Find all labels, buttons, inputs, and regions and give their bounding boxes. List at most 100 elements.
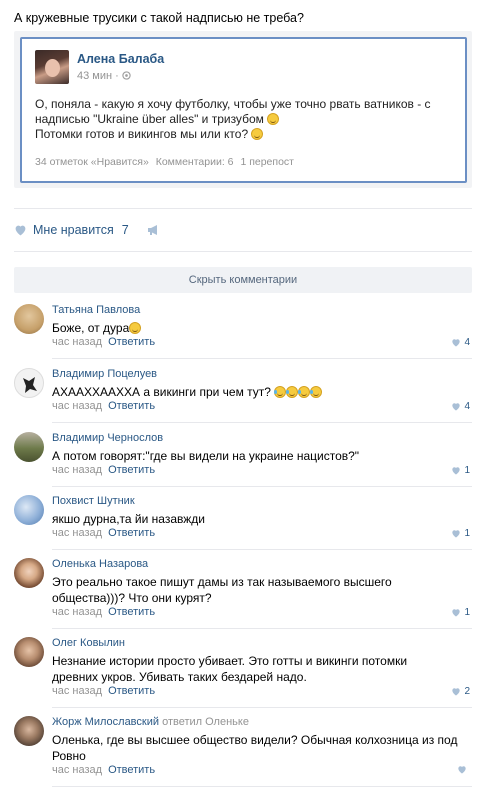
repost-line: О, поняла - какую я хочу футболку, чтобы… bbox=[35, 97, 431, 111]
comment-time[interactable]: час назад bbox=[52, 764, 102, 776]
avatar[interactable] bbox=[14, 637, 44, 667]
repost-stats: 34 отметок «Нравится» Комментарии: 6 1 п… bbox=[35, 156, 298, 168]
repost-text: О, поняла - какую я хочу футболку, чтобы… bbox=[35, 97, 455, 142]
reply-link[interactable]: Ответить bbox=[108, 606, 155, 618]
comment-text: якшо дурна,та йи назавжди bbox=[52, 511, 472, 527]
laugh-emoji-icon bbox=[129, 322, 142, 334]
comment-line: Боже, от дура bbox=[52, 321, 130, 335]
comment: Похвист Шутник якшо дурна,та йи назавжди… bbox=[14, 495, 472, 543]
comment-meta: час назад Ответить bbox=[52, 464, 155, 476]
comment-like-button[interactable]: 4 bbox=[451, 401, 470, 412]
globe-icon bbox=[122, 70, 131, 82]
comment-time[interactable]: час назад bbox=[52, 464, 102, 476]
repost-author-name[interactable]: Алена Балаба bbox=[77, 52, 164, 66]
laugh-emoji-icon bbox=[286, 386, 299, 398]
comment-author[interactable]: Оленька Назарова bbox=[52, 558, 148, 570]
comment-line: якшо дурна,та йи назавжди bbox=[52, 512, 205, 526]
heart-icon[interactable] bbox=[14, 224, 27, 236]
comment-meta: час назад Ответить bbox=[52, 336, 155, 348]
comment-time[interactable]: час назад bbox=[52, 527, 102, 539]
avatar[interactable] bbox=[14, 558, 44, 588]
avatar[interactable] bbox=[14, 495, 44, 525]
comment-meta: час назад Ответить bbox=[52, 685, 155, 697]
divider bbox=[52, 358, 472, 359]
repost-line-wrap: Потомки готов и викингов мы или кто? bbox=[35, 127, 455, 142]
comment-text: Незнание истории просто убивает. Это гот… bbox=[52, 653, 472, 685]
comment-time[interactable]: час назад bbox=[52, 400, 102, 412]
comment-line: общества)))? Что они курят? bbox=[52, 591, 212, 605]
repost-reposts-link[interactable]: 1 перепост bbox=[240, 156, 294, 168]
repost-likes-link[interactable]: 34 отметок «Нравится» bbox=[35, 156, 149, 168]
comment-line: Это реально такое пишут дамы из так назы… bbox=[52, 575, 392, 589]
comment-text: А потом говорят:"где вы видели на украин… bbox=[52, 448, 472, 464]
reply-to-label[interactable]: ответил Оленьке bbox=[162, 716, 249, 728]
repost-line-wrap: надписью "Ukraine über alles" и тризубом bbox=[35, 112, 455, 127]
comment-like-button[interactable] bbox=[457, 765, 470, 774]
comment-like-button[interactable]: 1 bbox=[451, 607, 470, 618]
divider bbox=[52, 549, 472, 550]
laugh-emoji-icon bbox=[310, 386, 323, 398]
heart-icon bbox=[452, 530, 461, 538]
reply-link[interactable]: Ответить bbox=[108, 336, 155, 348]
repost-author-avatar[interactable] bbox=[35, 50, 69, 84]
megaphone-icon[interactable] bbox=[147, 224, 161, 236]
repost-comments-link[interactable]: Комментарии: 6 bbox=[156, 156, 234, 168]
hide-comments-button[interactable]: Скрыть комментарии bbox=[14, 267, 472, 293]
comment-line: древних укров. Убивать таких бездарей на… bbox=[52, 670, 307, 684]
comment-time[interactable]: час назад bbox=[52, 336, 102, 348]
comment: Олег Ковылин Незнание истории просто уби… bbox=[14, 637, 472, 701]
comment-like-count: 4 bbox=[464, 401, 470, 412]
avatar[interactable] bbox=[14, 368, 44, 398]
like-button[interactable]: Мне нравится bbox=[33, 223, 114, 237]
comment-author[interactable]: Владимир Поцелуев bbox=[52, 368, 157, 380]
comment-time[interactable]: час назад bbox=[52, 685, 102, 697]
comment: Татьяна Павлова Боже, от дура час назад О… bbox=[14, 304, 472, 352]
comment-author[interactable]: Татьяна Павлова bbox=[52, 304, 140, 316]
heart-icon bbox=[452, 688, 461, 696]
heart-icon bbox=[458, 766, 466, 774]
comment-time[interactable]: час назад bbox=[52, 606, 102, 618]
avatar[interactable] bbox=[14, 304, 44, 334]
divider bbox=[14, 251, 472, 252]
dot-separator: · bbox=[115, 70, 122, 82]
comment-meta: час назад Ответить bbox=[52, 606, 155, 618]
reply-link[interactable]: Ответить bbox=[108, 685, 155, 697]
comment-line: Незнание истории просто убивает. Это гот… bbox=[52, 654, 408, 668]
repost-time-text: 43 мин bbox=[77, 70, 113, 82]
comment-like-button[interactable]: 1 bbox=[451, 465, 470, 476]
comment-author[interactable]: Владимир Чернослов bbox=[52, 432, 163, 444]
divider bbox=[52, 422, 472, 423]
avatar[interactable] bbox=[14, 432, 44, 462]
comment-author[interactable]: Жорж Милославский bbox=[52, 716, 159, 728]
reply-link[interactable]: Ответить bbox=[108, 400, 155, 412]
comment-text: Оленька, где вы высшее общество видели? … bbox=[52, 732, 472, 764]
laugh-emoji-icon bbox=[298, 386, 311, 398]
reply-link[interactable]: Ответить bbox=[108, 527, 155, 539]
repost-line: Потомки готов и викингов мы или кто? bbox=[35, 127, 249, 141]
comment-text: Боже, от дура bbox=[52, 320, 472, 336]
laugh-emoji-icon bbox=[274, 386, 287, 398]
like-bar: Мне нравится 7 bbox=[14, 222, 161, 238]
repost-time: 43 мин · bbox=[77, 70, 131, 82]
reply-link[interactable]: Ответить bbox=[108, 464, 155, 476]
comment-like-button[interactable]: 1 bbox=[451, 528, 470, 539]
like-count[interactable]: 7 bbox=[122, 223, 129, 237]
comment-line: Оленька, где вы высшее общество видели? … bbox=[52, 733, 458, 747]
comment: Жорж Милославский ответил Оленьке Оленьк… bbox=[14, 716, 472, 780]
comment: Оленька Назарова Это реально такое пишут… bbox=[14, 558, 472, 622]
reply-link[interactable]: Ответить bbox=[108, 764, 155, 776]
comment-like-count: 1 bbox=[464, 607, 470, 618]
heart-icon bbox=[452, 339, 461, 347]
comment-author[interactable]: Олег Ковылин bbox=[52, 637, 125, 649]
comment-like-button[interactable]: 2 bbox=[451, 686, 470, 697]
avatar[interactable] bbox=[14, 716, 44, 746]
repost-card[interactable]: Алена Балаба 43 мин · О, поняла - какую … bbox=[20, 37, 467, 183]
comment-like-count: 1 bbox=[464, 528, 470, 539]
comment-line: Ровно bbox=[52, 749, 86, 763]
comment-author[interactable]: Похвист Шутник bbox=[52, 495, 135, 507]
comment-like-button[interactable]: 4 bbox=[451, 337, 470, 348]
divider bbox=[52, 628, 472, 629]
comment-meta: час назад Ответить bbox=[52, 527, 155, 539]
comment-like-count: 4 bbox=[464, 337, 470, 348]
comment-text: АХААХХААХХА а викинги при чем тут? bbox=[52, 384, 472, 400]
